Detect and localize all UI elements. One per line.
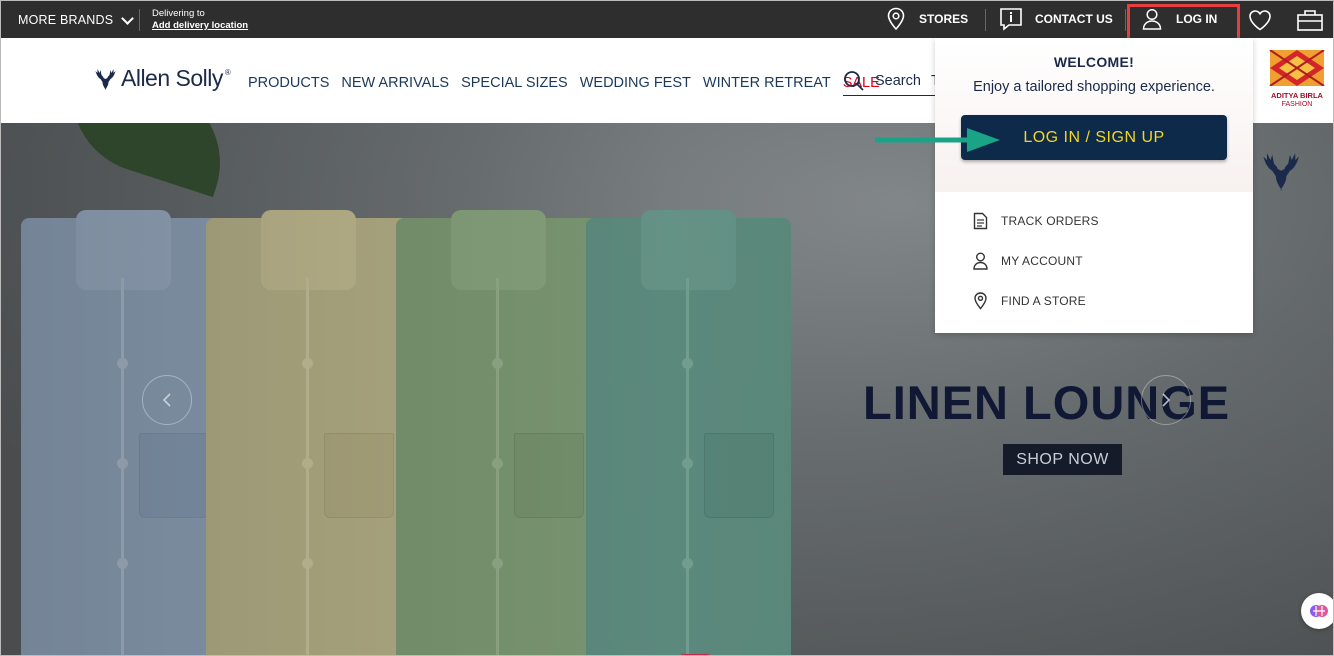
welcome-heading: WELCOME! <box>1053 54 1135 70</box>
registered-mark: ® <box>224 67 231 77</box>
stag-watermark-icon <box>1259 141 1305 202</box>
delivering-to-label: Delivering to <box>152 8 205 19</box>
aditya-birla-logo[interactable]: ADITYA BIRLA FASHION <box>1267 49 1327 114</box>
heart-icon <box>1249 10 1271 31</box>
location-pin-icon <box>974 292 987 310</box>
fashion-text: FASHION <box>1281 101 1313 108</box>
chevron-down-icon <box>121 11 135 25</box>
search-icon <box>844 70 864 91</box>
find-a-store-label: FIND A STORE <box>1001 294 1086 308</box>
contact-us-label: CONTACT US <box>1035 12 1113 26</box>
welcome-subtitle: Enjoy a tailored shopping experience. <box>973 79 1215 95</box>
nav-item-products[interactable]: PRODUCTS <box>248 75 329 91</box>
stores-label: STORES <box>919 12 969 26</box>
contact-us-link[interactable]: CONTACT US <box>999 7 1113 31</box>
find-a-store-link[interactable]: FIND A STORE <box>973 292 1086 310</box>
info-chat-icon <box>1000 8 1022 31</box>
my-account-link[interactable]: MY ACCOUNT <box>973 252 1083 270</box>
nav-item-winter-retreat[interactable]: WINTER RETREAT <box>703 75 831 91</box>
cart-button[interactable] <box>1296 8 1324 37</box>
more-brands-label: MORE BRANDS <box>18 13 114 27</box>
nav-menu: PRODUCTS NEW ARRIVALS SPECIAL SIZES WEDD… <box>248 75 880 91</box>
my-account-label: MY ACCOUNT <box>1001 254 1083 268</box>
carousel-prev-button[interactable] <box>142 375 192 425</box>
stores-link[interactable]: STORES <box>885 7 968 31</box>
stag-logo-icon <box>95 69 116 90</box>
document-icon <box>973 212 988 230</box>
search-placeholder: Search <box>875 72 921 89</box>
delivery-location[interactable]: Delivering to Add delivery location <box>152 8 248 32</box>
wishlist-button[interactable] <box>1248 9 1272 36</box>
brain-icon <box>1310 605 1328 617</box>
chevron-right-icon <box>1162 393 1171 407</box>
nav-item-special-sizes[interactable]: SPECIAL SIZES <box>461 75 568 91</box>
shopping-bag-icon <box>1297 10 1323 31</box>
carousel-next-button[interactable] <box>1141 375 1191 425</box>
arrow-annotation-icon <box>875 128 1000 152</box>
page-frame: MORE BRANDS Delivering to Add delivery l… <box>0 0 1334 656</box>
divider <box>139 9 140 31</box>
allen-solly-logo[interactable]: Allen Solly ® <box>93 64 231 92</box>
nav-item-new-arrivals[interactable]: NEW ARRIVALS <box>341 75 449 91</box>
assistant-button[interactable] <box>1301 593 1333 629</box>
user-icon <box>973 252 988 270</box>
track-orders-link[interactable]: TRACK ORDERS <box>973 212 1099 230</box>
more-brands-button[interactable]: MORE BRANDS <box>18 11 135 27</box>
logo-text: Allen Solly <box>121 64 223 91</box>
aditya-birla-sun-icon <box>1269 49 1325 87</box>
divider <box>985 9 986 31</box>
chevron-left-icon <box>162 393 171 407</box>
divider <box>1125 9 1126 31</box>
add-delivery-location-link[interactable]: Add delivery location <box>152 20 248 32</box>
login-dropdown: WELCOME! Enjoy a tailored shopping exper… <box>935 38 1253 333</box>
aditya-birla-text: ADITYA BIRLA <box>1271 91 1323 100</box>
track-orders-label: TRACK ORDERS <box>1001 214 1099 228</box>
shop-now-button[interactable]: SHOP NOW <box>1003 444 1122 475</box>
search-input[interactable]: Search T <box>843 66 943 96</box>
nav-item-wedding-fest[interactable]: WEDDING FEST <box>580 75 691 91</box>
location-pin-icon <box>887 7 905 31</box>
